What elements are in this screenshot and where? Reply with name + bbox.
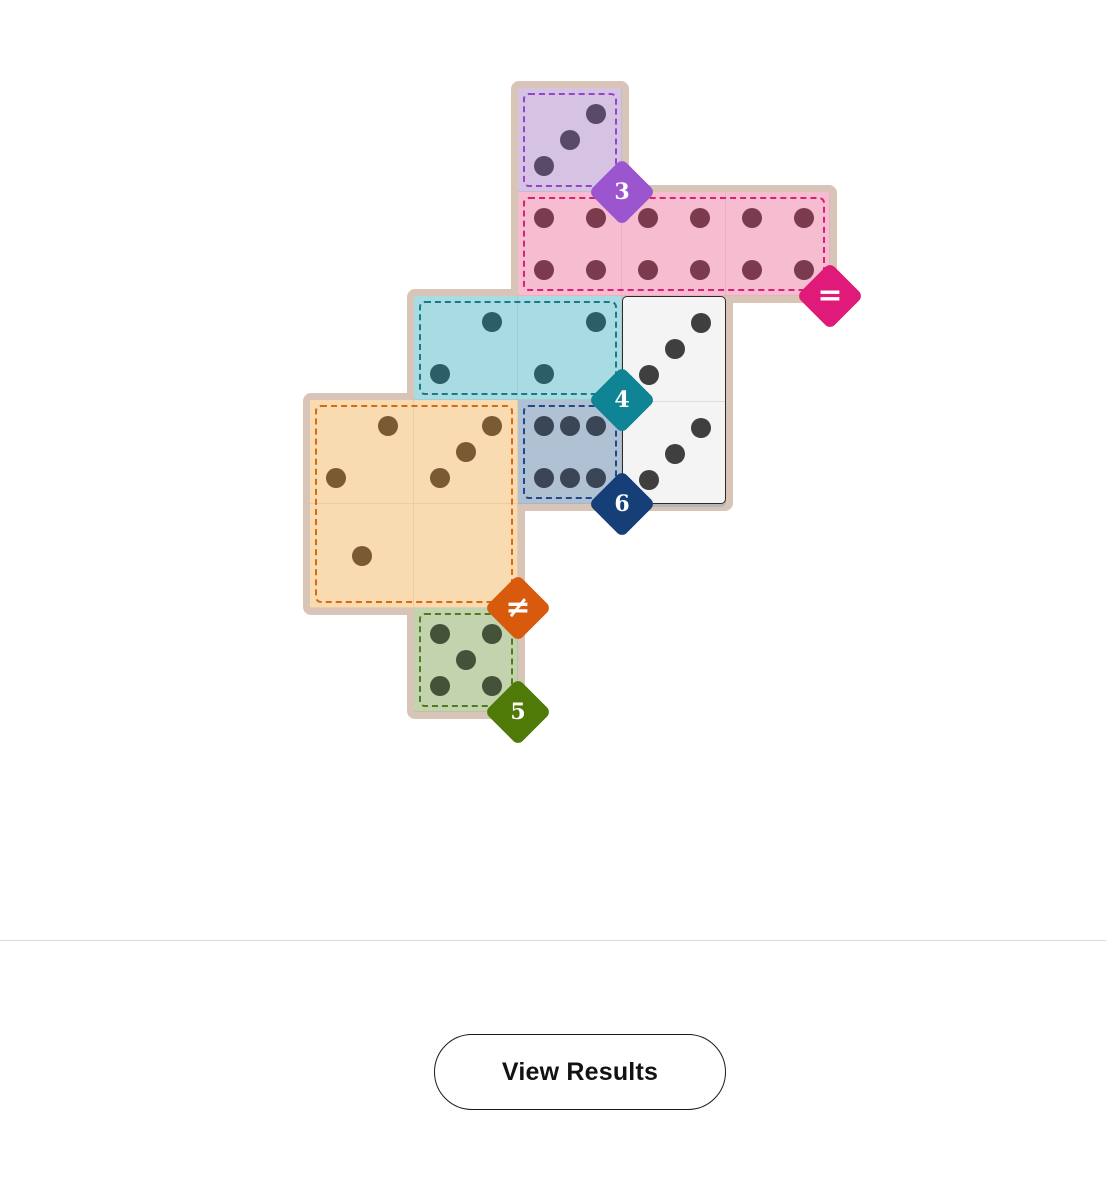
pip — [430, 676, 450, 696]
cell-orange[interactable] — [310, 400, 414, 504]
pip — [691, 313, 711, 333]
pip — [560, 130, 580, 150]
pip — [794, 208, 814, 228]
pip — [534, 208, 554, 228]
region-badge-navy: 6 — [588, 470, 656, 538]
region-badge-purple: 3 — [588, 158, 656, 226]
badge-label: 6 — [614, 491, 630, 517]
badge-label: 4 — [614, 387, 630, 413]
pip — [691, 418, 711, 438]
puzzle-board: 3 = 4 6 ≠ 5 — [0, 0, 1106, 900]
badge-label: = — [817, 278, 843, 313]
pip — [430, 468, 450, 488]
pip — [690, 208, 710, 228]
badge-label: 5 — [510, 699, 526, 725]
pip — [430, 364, 450, 384]
region-badge-orange: ≠ — [484, 574, 552, 642]
pip — [534, 468, 554, 488]
pip — [638, 260, 658, 280]
pip — [690, 260, 710, 280]
pip — [665, 444, 685, 464]
view-results-button[interactable]: View Results — [434, 1034, 726, 1110]
cell-teal[interactable] — [414, 296, 518, 400]
badge-label: ≠ — [505, 590, 531, 625]
region-badge-teal: 4 — [588, 366, 656, 434]
divider — [0, 940, 1106, 941]
pip — [560, 468, 580, 488]
pip — [742, 260, 762, 280]
badge-label: 3 — [614, 179, 630, 205]
region-badge-green: 5 — [484, 678, 552, 746]
pip — [586, 260, 606, 280]
pip — [586, 104, 606, 124]
pip — [456, 650, 476, 670]
pip — [586, 312, 606, 332]
pip — [482, 312, 502, 332]
pip — [430, 624, 450, 644]
pip — [560, 416, 580, 436]
cell-orange[interactable] — [310, 504, 414, 608]
pip — [482, 416, 502, 436]
pip — [326, 468, 346, 488]
cell-orange[interactable] — [414, 400, 518, 504]
pip — [665, 339, 685, 359]
pip — [352, 546, 372, 566]
region-badge-pink: = — [796, 262, 864, 330]
pip — [742, 208, 762, 228]
pip — [534, 156, 554, 176]
pip — [534, 416, 554, 436]
pip — [456, 442, 476, 462]
pip — [534, 260, 554, 280]
pip — [378, 416, 398, 436]
pip — [534, 364, 554, 384]
